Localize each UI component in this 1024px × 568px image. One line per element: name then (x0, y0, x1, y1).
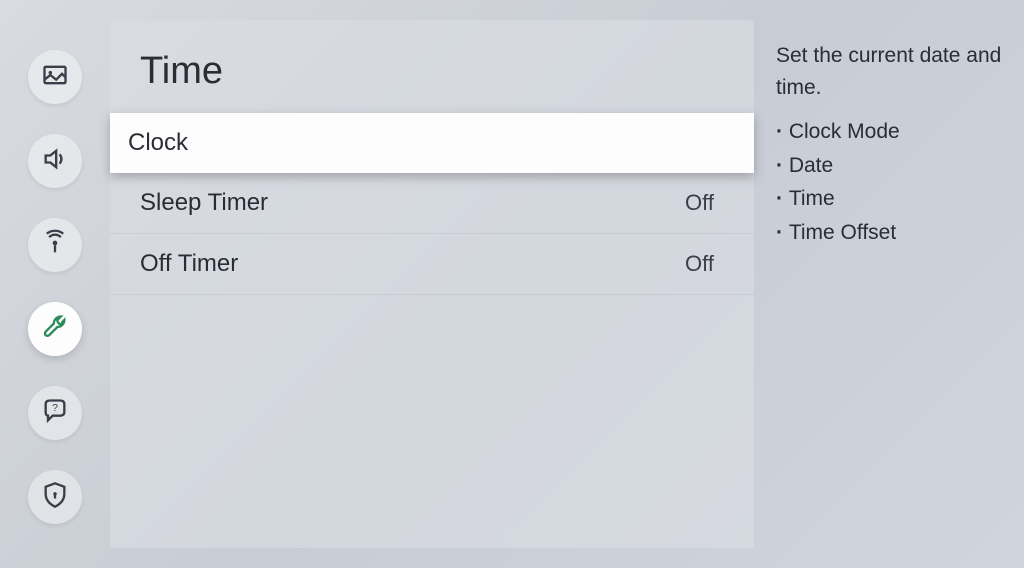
main-panel: Time Clock Sleep Timer Off Off Timer Off (110, 0, 764, 568)
sidebar-sound[interactable] (28, 134, 82, 188)
menu-value: Off (685, 190, 714, 216)
info-option: Date (776, 149, 1004, 183)
info-option: Time Offset (776, 216, 1004, 250)
sidebar-broadcast[interactable] (28, 218, 82, 272)
info-option: Clock Mode (776, 115, 1004, 149)
info-description: Set the current date and time. (776, 40, 1004, 103)
shield-lock-icon (41, 481, 69, 514)
menu-label: Clock (128, 129, 188, 157)
sidebar-privacy[interactable] (28, 470, 82, 524)
page-title: Time (110, 50, 754, 93)
settings-sidebar: ? (0, 0, 110, 568)
sidebar-support[interactable]: ? (28, 386, 82, 440)
menu-item-off-timer[interactable]: Off Timer Off (110, 234, 754, 295)
menu-label: Off Timer (140, 250, 238, 278)
info-option-list: Clock Mode Date Time Time Offset (776, 115, 1004, 249)
info-option: Time (776, 182, 1004, 216)
menu-item-clock[interactable]: Clock (110, 113, 754, 173)
broadcast-icon (41, 229, 69, 262)
menu-item-sleep-timer[interactable]: Sleep Timer Off (110, 173, 754, 234)
sidebar-general[interactable] (28, 302, 82, 356)
sound-icon (41, 145, 69, 178)
sidebar-picture[interactable] (28, 50, 82, 104)
support-icon: ? (41, 397, 69, 430)
menu-label: Sleep Timer (140, 189, 268, 217)
picture-icon (41, 61, 69, 94)
svg-text:?: ? (52, 402, 58, 414)
menu-list: Clock Sleep Timer Off Off Timer Off (110, 113, 754, 295)
wrench-icon (41, 313, 69, 346)
menu-value: Off (685, 251, 714, 277)
info-panel: Set the current date and time. Clock Mod… (764, 0, 1024, 568)
